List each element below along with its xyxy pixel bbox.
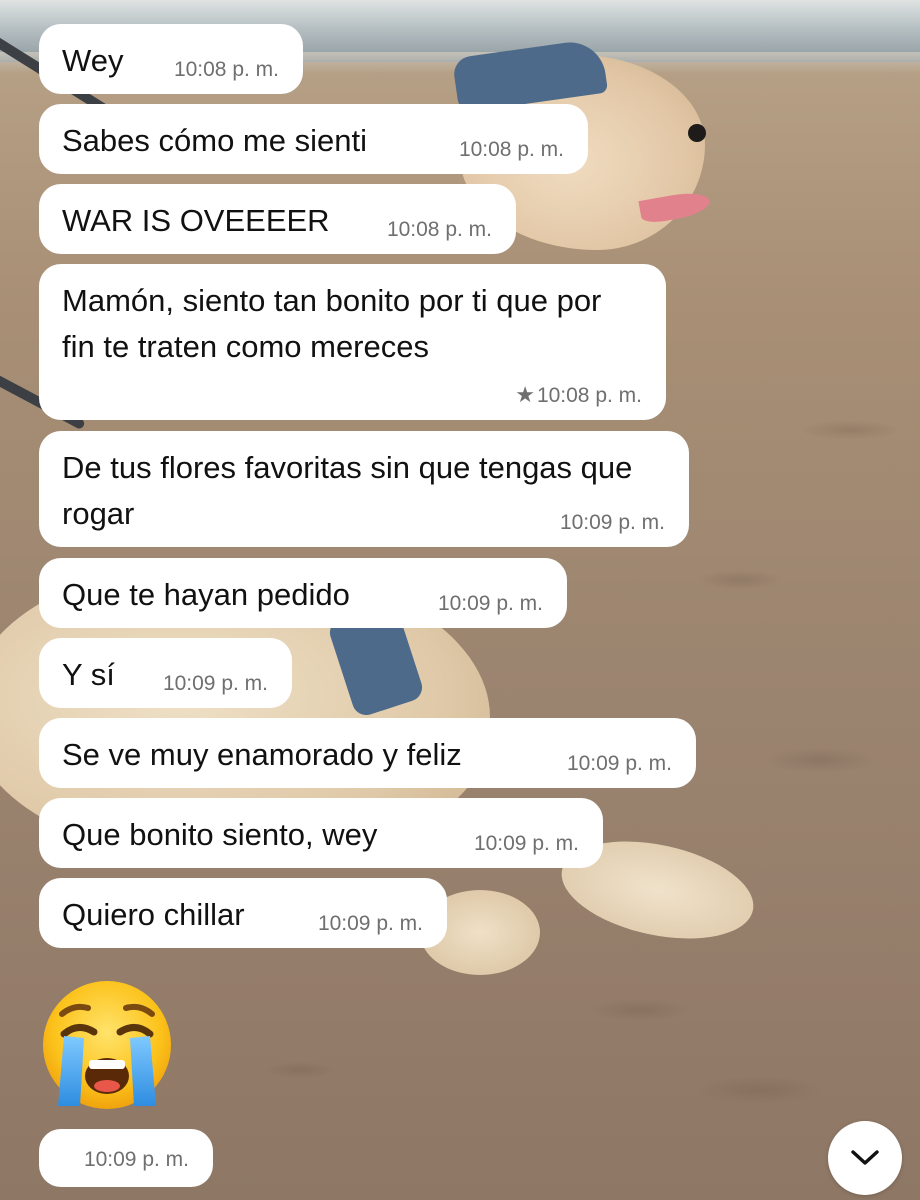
message-bubble[interactable]: Y sí 10:09 p. m. — [39, 638, 292, 708]
message-text: Mamón, siento tan bonito por ti que por … — [62, 283, 602, 364]
message-text: De tus flores favoritas sin que tengas q… — [62, 450, 633, 531]
message-text: Wey — [62, 43, 124, 78]
message-text: Sabes cómo me sienti — [62, 123, 367, 158]
loudly-crying-face-icon[interactable] — [40, 978, 174, 1112]
star-icon: ★ — [515, 382, 535, 407]
message-timestamp: 10:09 p. m. — [83, 1148, 189, 1171]
message-bubble[interactable]: Mamón, siento tan bonito por ti que por … — [39, 264, 666, 420]
message-timestamp: ★10:08 p. m. — [515, 382, 642, 408]
scroll-to-bottom-button[interactable] — [828, 1121, 902, 1195]
message-timestamp: 10:08 p. m. — [173, 58, 279, 81]
chevron-down-icon — [851, 1150, 879, 1165]
message-text: Que te hayan pedido — [62, 577, 350, 612]
message-bubble[interactable]: Se ve muy enamorado y feliz 10:09 p. m. — [39, 718, 696, 788]
message-bubble[interactable]: Sabes cómo me sienti 10:08 p. m. — [39, 104, 588, 174]
message-bubble[interactable]: Que bonito siento, wey 10:09 p. m. — [39, 798, 603, 868]
message-timestamp: 10:08 p. m. — [458, 138, 564, 161]
message-timestamp-text: 10:08 p. m. — [536, 384, 642, 407]
message-bubble[interactable]: 10:09 p. m. — [39, 1129, 213, 1187]
message-timestamp: 10:08 p. m. — [386, 218, 492, 241]
message-timestamp: 10:09 p. m. — [317, 912, 423, 935]
message-timestamp: 10:09 p. m. — [566, 752, 672, 775]
message-text: Se ve muy enamorado y feliz — [62, 737, 462, 772]
message-text: Y sí — [62, 657, 115, 692]
message-bubble[interactable]: Wey 10:08 p. m. — [39, 24, 303, 94]
message-text: WAR IS OVEEEER — [62, 203, 330, 238]
message-bubble[interactable]: Quiero chillar 10:09 p. m. — [39, 878, 447, 948]
message-timestamp: 10:09 p. m. — [473, 832, 579, 855]
message-bubble[interactable]: WAR IS OVEEEER 10:08 p. m. — [39, 184, 516, 254]
message-timestamp: 10:09 p. m. — [437, 592, 543, 615]
message-text: Quiero chillar — [62, 897, 245, 932]
message-list[interactable]: Wey 10:08 p. m. Sabes cómo me sienti 10:… — [0, 0, 920, 1200]
message-timestamp: 10:09 p. m. — [162, 672, 268, 695]
message-timestamp: 10:09 p. m. — [559, 511, 665, 534]
message-bubble[interactable]: Que te hayan pedido 10:09 p. m. — [39, 558, 567, 628]
message-bubble[interactable]: De tus flores favoritas sin que tengas q… — [39, 431, 689, 547]
message-text: Que bonito siento, wey — [62, 817, 378, 852]
